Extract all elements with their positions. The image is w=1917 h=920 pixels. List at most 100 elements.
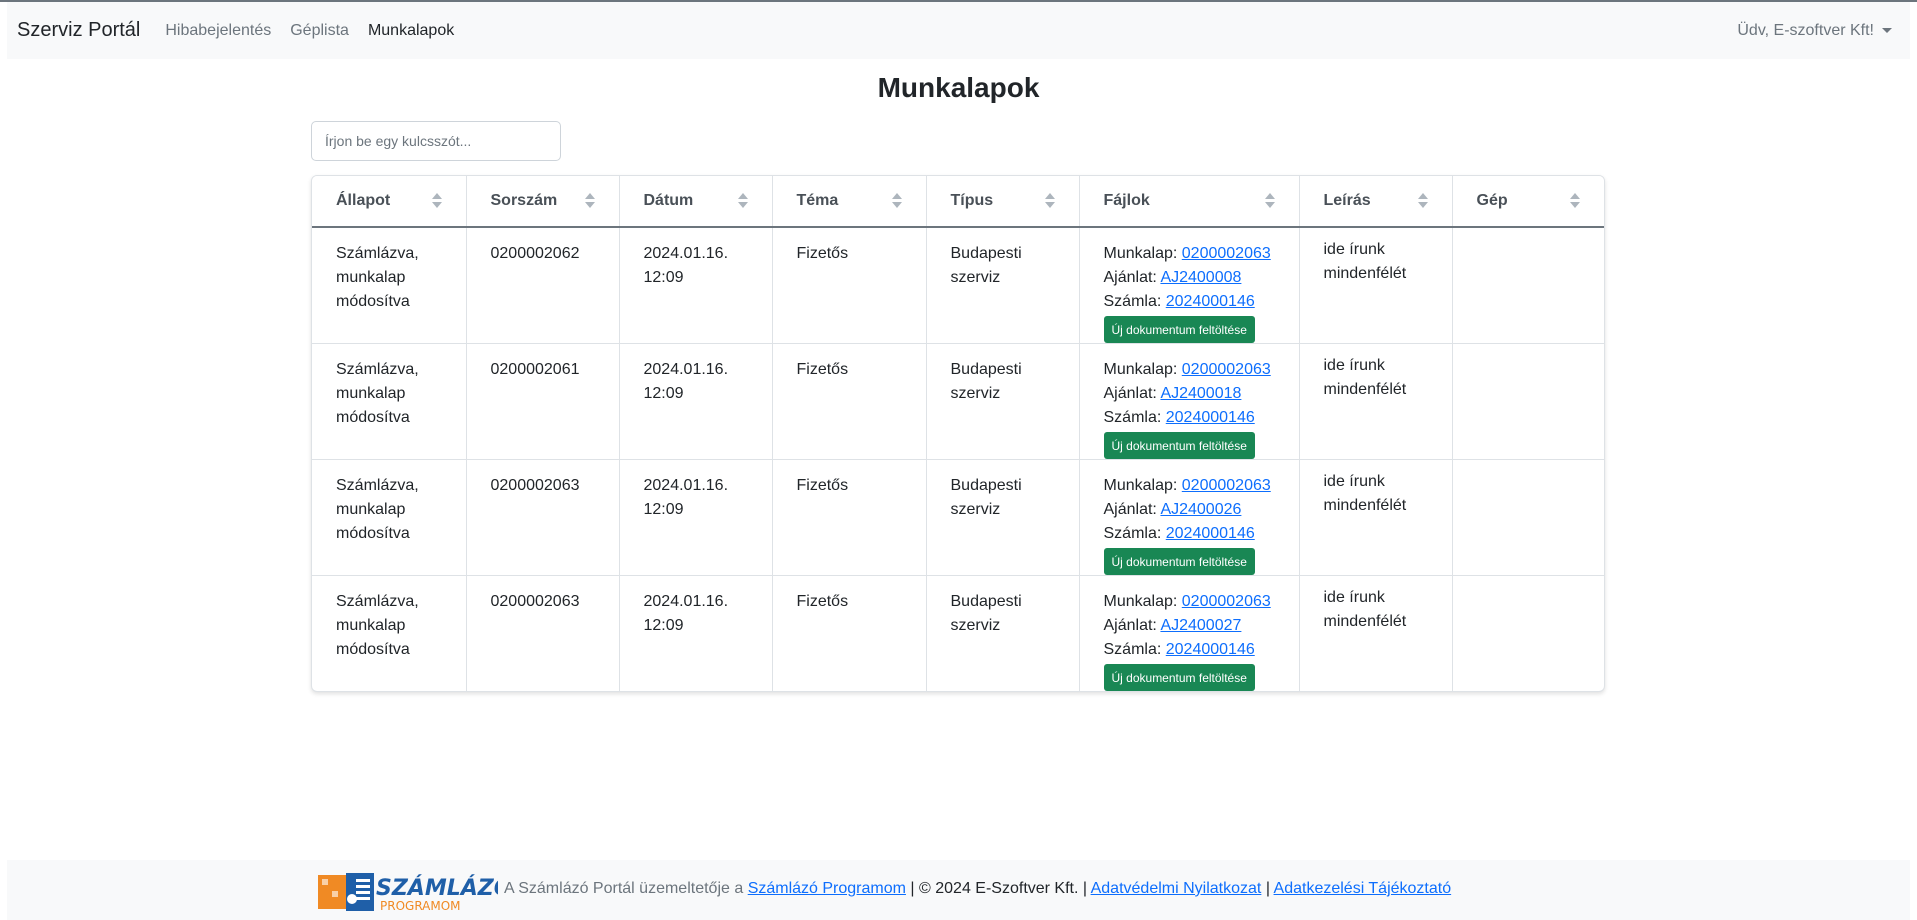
file-label: Számla: xyxy=(1103,409,1162,426)
table-row: Számlázva, munkalap módosítva 0200002063 2… xyxy=(312,575,1604,692)
header-label: Sorszám xyxy=(490,192,558,209)
cell-datum: 2024.01.16. 12:09 xyxy=(619,459,773,576)
cell-sorszam: 0200002062 xyxy=(466,227,620,344)
cell-tipus: Budapesti szerviz xyxy=(926,227,1080,344)
cell-sorszam: 0200002063 xyxy=(466,459,620,576)
cell-sorszam: 0200002061 xyxy=(466,343,620,460)
column-header-tipus[interactable]: Típus xyxy=(926,176,1080,228)
time-line: 12:09 xyxy=(643,617,684,634)
sort-icon[interactable] xyxy=(584,193,595,209)
ajanlat-link[interactable]: AJ2400026 xyxy=(1160,501,1241,518)
upload-document-button[interactable]: Új dokumentum feltöltése xyxy=(1103,316,1255,343)
date-line: 2024.01.16. xyxy=(643,477,729,494)
header-label: Fájlok xyxy=(1103,192,1150,209)
nav-link-hibabejelentes[interactable]: Hibabejelentés xyxy=(165,22,271,40)
szamla-link[interactable]: 2024000146 xyxy=(1166,641,1255,658)
search-input[interactable] xyxy=(311,121,561,161)
file-label: Ajánlat: xyxy=(1103,385,1157,402)
header-label: Állapot xyxy=(336,192,391,209)
cell-fajlok: Munkalap: 0200002063 Ajánlat: AJ2400008 … xyxy=(1079,227,1300,344)
type-line: szerviz xyxy=(950,501,1001,518)
page: Szerviz Portál Hibabejelentés Géplista M… xyxy=(7,2,1910,920)
file-munkalap: Munkalap: 0200002063 xyxy=(1104,242,1275,266)
type-line: Budapesti xyxy=(950,361,1022,378)
sort-icon[interactable] xyxy=(891,193,902,209)
footer-separator: | xyxy=(1265,880,1270,897)
munkalap-link[interactable]: 0200002063 xyxy=(1182,245,1271,262)
cell-gep xyxy=(1452,576,1604,692)
file-szamla: Számla: 2024000146 xyxy=(1104,406,1275,430)
file-munkalap: Munkalap: 0200002063 xyxy=(1104,474,1275,498)
column-header-allapot[interactable]: Állapot xyxy=(312,176,467,228)
munkalap-link[interactable]: 0200002063 xyxy=(1182,361,1271,378)
column-header-fajlok[interactable]: Fájlok xyxy=(1079,176,1300,228)
status-line: Számlázva, xyxy=(336,477,419,494)
page-title: Munkalapok xyxy=(877,72,1040,103)
szamlazo-programom-logo[interactable]: SZÁMLÁZÓ PROGRAMOM xyxy=(316,869,498,914)
file-ajanlat: Ajánlat: AJ2400018 xyxy=(1104,382,1275,406)
cell-tema: Fizetős xyxy=(772,459,927,576)
ajanlat-link[interactable]: AJ2400027 xyxy=(1160,617,1241,634)
status-line: Számlázva, xyxy=(336,593,419,610)
desc-line: mindenfélét xyxy=(1323,381,1407,398)
brand[interactable]: Szerviz Portál xyxy=(17,19,140,42)
sort-icon[interactable] xyxy=(1264,193,1275,209)
cell-fajlok: Munkalap: 0200002063 Ajánlat: AJ2400027 … xyxy=(1079,575,1300,691)
sort-icon[interactable] xyxy=(737,193,748,209)
cell-datum: 2024.01.16. 12:09 xyxy=(619,575,773,691)
status-line: Számlázva, xyxy=(336,245,419,262)
sort-icon[interactable] xyxy=(1044,193,1055,209)
file-munkalap: Munkalap: 0200002063 xyxy=(1104,358,1275,382)
file-label: Munkalap: xyxy=(1103,361,1178,378)
file-szamla: Számla: 2024000146 xyxy=(1104,522,1275,546)
szamla-link[interactable]: 2024000146 xyxy=(1166,409,1255,426)
status-line: munkalap xyxy=(336,385,406,402)
column-header-tema[interactable]: Téma xyxy=(772,176,927,228)
szamla-link[interactable]: 2024000146 xyxy=(1166,525,1255,542)
cell-gep xyxy=(1452,227,1604,344)
file-label: Ajánlat: xyxy=(1103,269,1157,286)
header-label: Leírás xyxy=(1323,192,1371,209)
file-label: Ajánlat: xyxy=(1103,501,1157,518)
cell-fajlok: Munkalap: 0200002063 Ajánlat: AJ2400018 … xyxy=(1079,343,1300,460)
footer-text: A Számlázó Portál üzemeltetője a Számláz… xyxy=(504,880,1451,898)
nav-link-munkalapok[interactable]: Munkalapok xyxy=(368,22,454,40)
time-line: 12:09 xyxy=(643,269,684,286)
nav-link-geplista[interactable]: Géplista xyxy=(290,22,349,40)
type-line: Budapesti xyxy=(950,245,1022,262)
column-header-datum[interactable]: Dátum xyxy=(619,176,773,228)
footer-link-adatvedelmi-nyilatkozat[interactable]: Adatvédelmi Nyilatkozat xyxy=(1091,880,1262,897)
ajanlat-link[interactable]: AJ2400008 xyxy=(1160,269,1241,286)
file-label: Számla: xyxy=(1103,641,1162,658)
user-dropdown[interactable]: Üdv, E-szoftver Kft! xyxy=(1737,2,1892,59)
footer-link-adatkezelesi-tajekoztato[interactable]: Adatkezelési Tájékoztató xyxy=(1274,880,1452,897)
cell-leiras: ide írunk mindenfélét xyxy=(1299,343,1453,460)
caret-down-icon xyxy=(1882,28,1892,33)
cell-gep xyxy=(1452,459,1604,576)
desc-line: mindenfélét xyxy=(1323,497,1407,514)
cell-gep xyxy=(1452,343,1604,460)
footer-link-szamlazo-programom[interactable]: Számlázó Programom xyxy=(748,880,906,897)
desc-line: ide írunk xyxy=(1323,589,1385,606)
munkalap-link[interactable]: 0200002063 xyxy=(1182,477,1271,494)
upload-document-button[interactable]: Új dokumentum feltöltése xyxy=(1103,548,1255,575)
munkalap-link[interactable]: 0200002063 xyxy=(1182,593,1271,610)
file-label: Munkalap: xyxy=(1103,593,1178,610)
ajanlat-link[interactable]: AJ2400018 xyxy=(1160,385,1241,402)
column-header-leiras[interactable]: Leírás xyxy=(1299,176,1453,228)
sort-icon[interactable] xyxy=(1417,193,1428,209)
file-ajanlat: Ajánlat: AJ2400026 xyxy=(1104,498,1275,522)
upload-document-button[interactable]: Új dokumentum feltöltése xyxy=(1103,432,1255,459)
status-line: módosítva xyxy=(336,641,410,658)
file-ajanlat: Ajánlat: AJ2400027 xyxy=(1104,614,1275,638)
column-header-gep[interactable]: Gép xyxy=(1452,176,1604,228)
table-row: Számlázva, munkalap módosítva 0200002061 2… xyxy=(312,343,1604,460)
type-line: szerviz xyxy=(950,617,1001,634)
upload-document-button[interactable]: Új dokumentum feltöltése xyxy=(1103,664,1255,691)
cell-tema: Fizetős xyxy=(772,227,927,344)
cell-tema: Fizetős xyxy=(772,343,927,460)
column-header-sorszam[interactable]: Sorszám xyxy=(466,176,620,228)
szamla-link[interactable]: 2024000146 xyxy=(1166,293,1255,310)
sort-icon[interactable] xyxy=(1570,193,1580,209)
sort-icon[interactable] xyxy=(431,193,442,209)
